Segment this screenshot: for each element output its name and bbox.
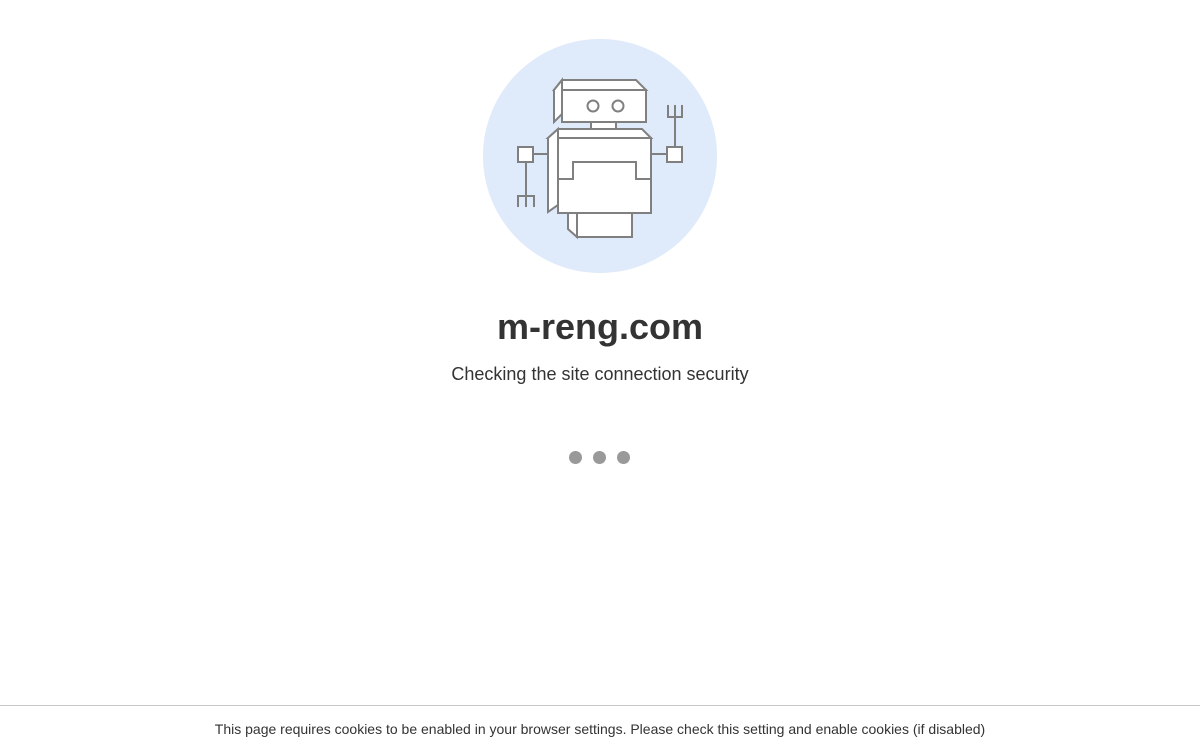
loading-dot	[617, 451, 630, 464]
loading-indicator	[569, 451, 631, 465]
site-domain-heading: m-reng.com	[496, 306, 704, 347]
loading-dot	[593, 451, 606, 464]
cookie-notice-footer: This page requires cookies to be enabled…	[0, 705, 1200, 750]
loading-dot	[569, 451, 582, 464]
connection-status-text: Checking the site connection security	[451, 364, 749, 384]
security-check-page: m-reng.com Checking the site connection …	[0, 0, 1200, 750]
cookie-notice-text: This page requires cookies to be enabled…	[214, 721, 986, 737]
robot-icon	[517, 77, 683, 240]
